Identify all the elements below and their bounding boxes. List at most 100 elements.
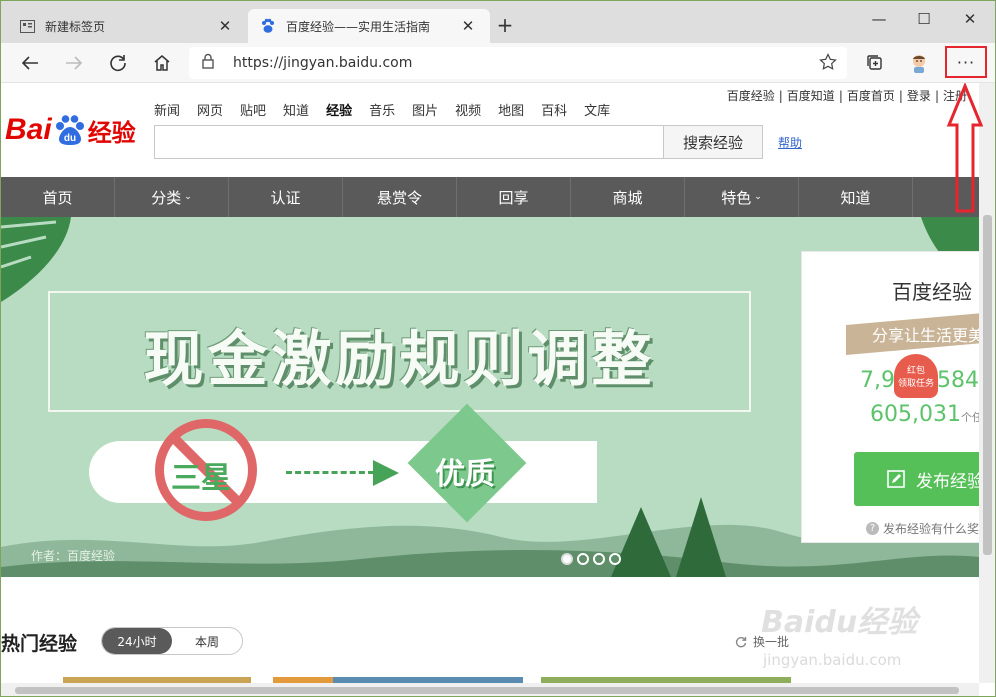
publish-rewards-link[interactable]: ? 发布经验有什么奖 [866,520,979,537]
tab-new-tab[interactable]: 新建标签页 ✕ [7,9,247,43]
nav-link-zhidao[interactable]: 知道 [283,100,309,119]
forward-arrow-icon [66,56,83,70]
stat-value: 7,9 [860,368,895,393]
login-link[interactable]: 登录 [907,89,931,103]
tab-label: 百度经验——实用生活指南 [286,19,431,34]
nav-link-images[interactable]: 图片 [412,100,438,119]
back-arrow-icon [21,56,38,70]
headline-frame: 现金激励规则调整 [48,291,751,412]
red-envelope-label: 红包 [906,366,925,376]
home-button[interactable] [146,47,178,79]
annotation-arrow-icon [946,83,984,213]
new-tab-page-icon [19,18,35,34]
address-bar[interactable]: https://jingyan.baidu.com [189,47,847,79]
carousel-dot[interactable] [561,553,573,565]
toggle-24h[interactable]: 24小时 [102,628,172,654]
forward-button[interactable] [58,47,90,79]
main-nav-huixiang[interactable]: 回享 [457,177,571,217]
product-nav: 新闻 网页 贴吧 知道 经验 音乐 图片 视频 地图 百科 文库 [154,100,627,119]
scroll-thumb[interactable] [983,215,992,555]
stat-unit: 个任 [960,411,979,424]
url-text: https://jingyan.baidu.com [233,55,413,71]
top-link-baidu-home[interactable]: 百度首页 [847,89,895,103]
separator: | [778,89,783,103]
help-link[interactable]: 帮助 [778,134,802,151]
total-tasks: 605,031个任 [870,402,979,427]
logo-du-text: du [64,133,76,144]
nav-link-video[interactable]: 视频 [455,100,481,119]
stat-value-tail: 584 [936,368,979,393]
period-toggle: 24小时 本周 [101,627,243,655]
scroll-thumb[interactable] [15,687,959,694]
red-envelope-badge[interactable]: 红包 领取任务 [894,354,938,398]
refresh-button[interactable] [102,47,134,79]
browser-window: 新建标签页 ✕ 百度经验——实用生活指南 ✕ + — ☐ ✕ https://j… [0,0,996,697]
new-tab-button[interactable]: + [494,15,516,37]
nav-link-map[interactable]: 地图 [498,100,524,119]
main-nav-label: 认证 [270,188,301,207]
arrow-right-icon [286,471,374,474]
main-nav-featured[interactable]: 特色 ⌄ [685,177,799,217]
main-nav-home[interactable]: 首页 [1,177,115,217]
top-link-zhidao[interactable]: 百度知道 [787,89,835,103]
tab-baidu-jingyan[interactable]: 百度经验——实用生活指南 ✕ [248,9,490,43]
nav-link-music[interactable]: 音乐 [369,100,395,119]
close-tab-icon[interactable]: ✕ [458,16,478,36]
watermark-text: Baidu经验 [761,605,918,640]
arrow-head [373,460,399,486]
main-nav-zhidao[interactable]: 知道 [799,177,913,217]
baidu-jingyan-logo[interactable]: Bai du 经验 [5,105,136,155]
separator: | [934,89,939,103]
chevron-down-icon: ⌄ [184,192,192,202]
stat-value: 605,031 [870,402,961,427]
nav-link-baike[interactable]: 百科 [541,100,567,119]
lock-icon [201,53,219,73]
close-tab-icon[interactable]: ✕ [215,16,235,36]
profile-avatar[interactable] [903,47,935,79]
stats-card: 百度经验 分享让生活更美 7,9 584篇 红包领取任务 605,031个任 发… [801,251,979,543]
baidu-watermark: Baidu经验 jingyan.baidu.com [761,589,961,681]
carousel-dot[interactable] [609,553,621,565]
nav-link-news[interactable]: 新闻 [154,100,180,119]
favorite-star-icon[interactable] [819,53,837,75]
nav-link-wenku[interactable]: 文库 [584,100,610,119]
carousel-dot[interactable] [593,553,605,565]
nav-link-web[interactable]: 网页 [197,100,223,119]
address-toolbar: https://jingyan.baidu.com ··· [1,43,995,83]
top-link-jingyan[interactable]: 百度经验 [727,89,775,103]
main-nav: 首页 分类 ⌄ 认证 悬赏令 回享 商城 特色 ⌄ 知道 [1,177,979,217]
home-icon [154,55,170,71]
edit-icon [887,470,905,488]
search-input[interactable] [154,125,664,159]
carousel-dots [561,553,621,565]
maximize-button[interactable]: ☐ [901,5,947,33]
logo-jingyan-text: 经验 [87,118,136,147]
main-nav-label: 分类 [151,188,182,207]
nav-link-jingyan[interactable]: 经验 [326,100,352,119]
carousel-dot[interactable] [577,553,589,565]
collections-button[interactable] [859,47,891,79]
quality-label: 优质 [435,457,495,492]
main-nav-category[interactable]: 分类 ⌄ [115,177,229,217]
minimize-button[interactable]: — [856,5,902,33]
back-button[interactable] [14,47,46,79]
search-button[interactable]: 搜索经验 [663,125,763,159]
collections-icon [867,55,882,70]
settings-and-more-button[interactable]: ··· [945,46,987,78]
nav-link-tieba[interactable]: 贴吧 [240,100,266,119]
main-nav-label: 特色 [721,188,752,207]
horizontal-scrollbar[interactable] [1,683,979,696]
rewards-text: 发布经验有什么奖 [883,522,979,536]
main-nav-bounty[interactable]: 悬赏令 [343,177,457,217]
main-nav-label: 首页 [42,188,73,207]
tab-strip: 新建标签页 ✕ 百度经验——实用生活指南 ✕ + — ☐ ✕ [1,1,995,43]
section-title: 热门经验 [1,633,78,655]
toggle-week[interactable]: 本周 [172,628,242,654]
publish-button[interactable]: 发布经验 [854,452,979,506]
logo-paw-icon: du [55,115,84,145]
main-nav-mall[interactable]: 商城 [571,177,685,217]
close-window-button[interactable]: ✕ [947,5,993,33]
main-nav-certify[interactable]: 认证 [229,177,343,217]
slogan-text: 分享让生活更美 [872,326,979,345]
top-links: 百度经验 | 百度知道 | 百度首页 | 登录 | 注册 [725,87,969,104]
